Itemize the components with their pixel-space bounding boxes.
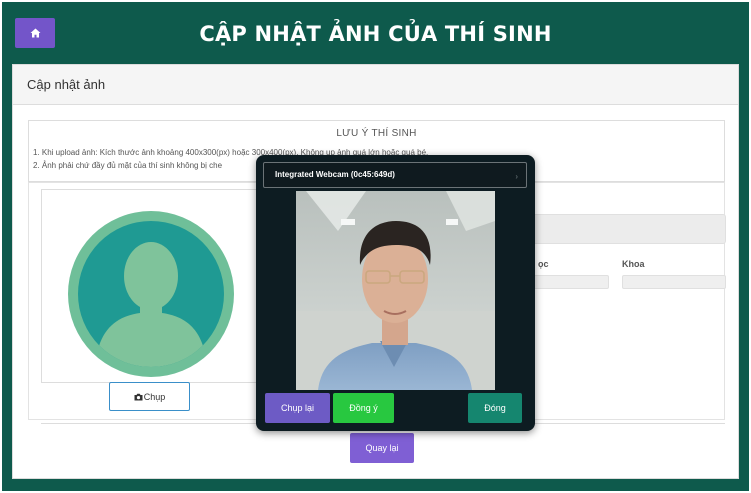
frame-border-bottom [2,479,749,491]
retake-button[interactable]: Chụp lại [265,393,330,423]
capture-button[interactable]: Chụp [109,382,190,411]
webcam-modal: Integrated Webcam (0c45:649d) › Chụp lại… [256,155,535,431]
frame-border-left [2,64,12,491]
camera-icon [134,393,143,400]
webcam-preview [296,191,495,390]
student-name-field [530,214,726,244]
notice-line-2: 2. Ảnh phải chứ đầy đủ mặt của thí sinh … [33,161,223,170]
agree-button[interactable]: Đồng ý [333,393,394,423]
close-button[interactable]: Đóng [468,393,522,423]
camera-device-label: Integrated Webcam (0c45:649d) [275,170,395,179]
page-frame: CẬP NHẬT ẢNH CỦA THÍ SINH Cập nhật ảnh L… [0,0,751,493]
capture-button-label: Chụp [143,391,166,402]
faculty-label: Khoa [622,259,645,269]
camera-device-select[interactable]: Integrated Webcam (0c45:649d) › [263,162,527,188]
page-header: CẬP NHẬT ẢNH CỦA THÍ SINH [2,2,749,64]
class-field [533,275,609,289]
panel-heading: Cập nhật ảnh [13,65,738,105]
photo-frame [41,189,273,383]
chevron-down-icon: › [515,172,518,181]
class-label: ọc [538,259,549,269]
webcam-frame-image [296,191,495,390]
avatar-placeholder-icon [68,211,234,377]
back-button[interactable]: Quay lại [350,433,414,463]
frame-border-right [739,64,749,491]
notice-title: LƯU Ý THÍ SINH [336,128,417,139]
faculty-field [622,275,726,289]
page-title: CẬP NHẬT ẢNH CỦA THÍ SINH [199,22,552,46]
panel-title: Cập nhật ảnh [27,77,106,92]
